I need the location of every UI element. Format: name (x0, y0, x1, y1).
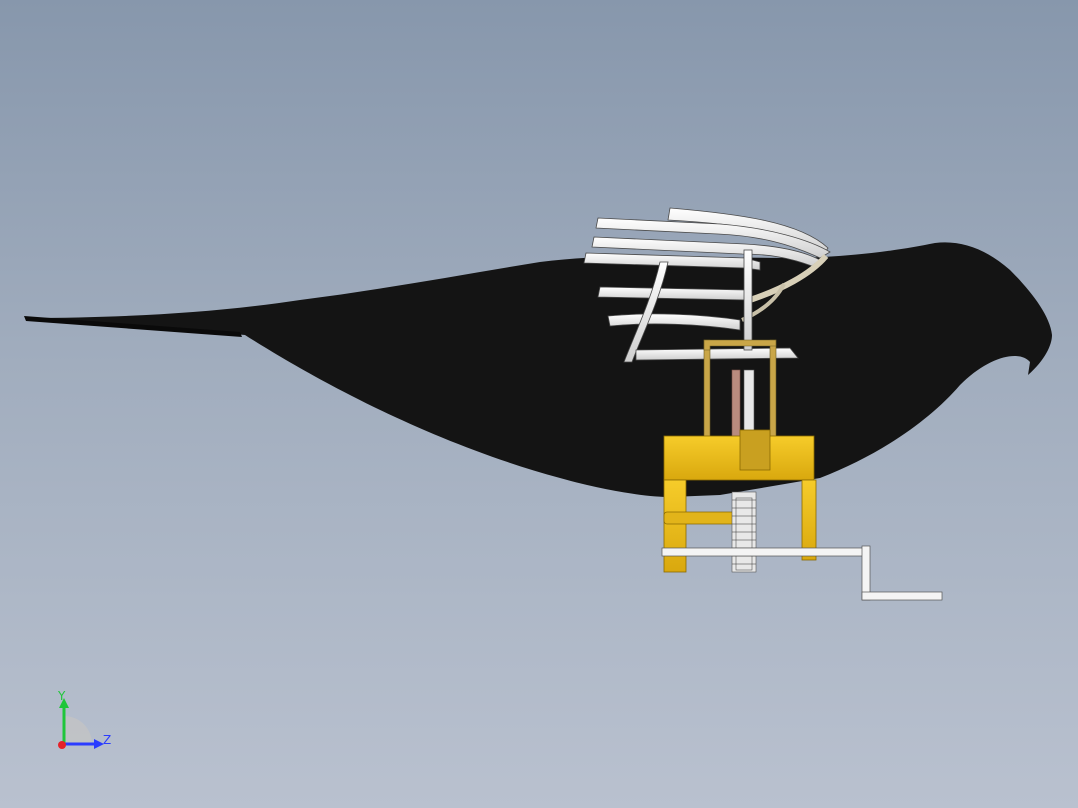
wing-upright[interactable] (743, 249, 753, 351)
z-axis-label: Z (103, 733, 111, 747)
triad-quadrant (64, 716, 92, 744)
frame-motor-block[interactable] (739, 429, 771, 471)
left-rod[interactable] (703, 339, 711, 451)
frame-top-plate[interactable] (663, 435, 815, 481)
frame-left-leg[interactable] (663, 479, 687, 573)
crank-handle[interactable] (861, 591, 943, 601)
right-rod[interactable] (769, 339, 777, 451)
cad-viewport[interactable]: Y Z (0, 0, 1078, 808)
x-axis-dot (58, 741, 66, 749)
y-axis-label: Y (57, 689, 66, 703)
coordinate-triad: Y Z (57, 689, 111, 749)
bird-silhouette[interactable] (26, 242, 1052, 497)
gear-train[interactable] (731, 491, 757, 573)
bird-body[interactable] (24, 242, 1052, 497)
hand-crank[interactable] (661, 545, 943, 601)
crank-shaft[interactable] (661, 547, 869, 557)
